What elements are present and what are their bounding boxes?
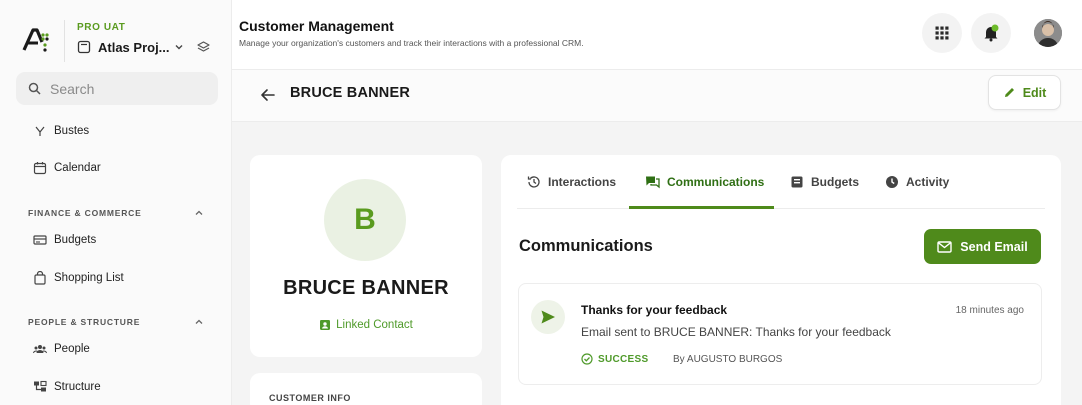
- project-icon: [77, 40, 91, 54]
- tab-label: Budgets: [811, 175, 859, 189]
- notifications-button[interactable]: [971, 13, 1011, 53]
- send-email-button[interactable]: Send Email: [924, 229, 1041, 264]
- profile-card: B BRUCE BANNER Linked Contact: [250, 155, 482, 357]
- sidebar-item-shopping-list[interactable]: Shopping List: [32, 268, 124, 288]
- people-icon: [32, 342, 47, 357]
- calendar-icon: [32, 161, 47, 176]
- contact-card-icon: [320, 320, 331, 330]
- tab-interactions[interactable]: Interactions: [527, 155, 616, 209]
- sent-icon: [531, 300, 565, 334]
- record-header: BRUCE BANNER Edit: [232, 70, 1082, 122]
- chevron-up-icon[interactable]: [194, 317, 204, 327]
- sidebar-item-label: Shopping List: [54, 272, 124, 284]
- message-timestamp: 18 minutes ago: [955, 305, 1024, 316]
- chevron-down-icon[interactable]: [174, 42, 184, 52]
- sidebar-item-budgets[interactable]: Budgets: [32, 230, 96, 250]
- structure-icon: [32, 380, 47, 395]
- brand-logo[interactable]: [22, 26, 50, 54]
- linked-contact-link[interactable]: Linked Contact: [250, 319, 482, 331]
- customer-info-card: CUSTOMER INFO: [250, 373, 482, 405]
- customer-info-title: CUSTOMER INFO: [269, 393, 351, 403]
- filter-icon: [32, 124, 47, 139]
- search-box[interactable]: [16, 72, 218, 105]
- apps-grid-icon: [935, 26, 949, 40]
- sidebar-item-label: Calendar: [54, 162, 101, 174]
- message-author: By AUGUSTO BURGOS: [673, 354, 783, 365]
- tab-activity[interactable]: Activity: [885, 155, 949, 209]
- customer-name: BRUCE BANNER: [283, 277, 449, 299]
- linked-contact-label: Linked Contact: [336, 319, 413, 331]
- sidebar-item-structure[interactable]: Structure: [32, 377, 101, 397]
- chevron-up-icon[interactable]: [194, 208, 204, 218]
- check-circle-icon: [581, 353, 593, 365]
- edit-button[interactable]: Edit: [988, 75, 1061, 110]
- mail-icon: [937, 240, 952, 253]
- top-header: Customer Management Manage your organiza…: [232, 0, 1082, 70]
- communication-item[interactable]: Thanks for your feedback 18 minutes ago …: [518, 283, 1042, 385]
- sidebar-item-calendar[interactable]: Calendar: [32, 158, 101, 178]
- sidebar: PRO UAT Atlas Proj... Bustes Calendar FI…: [0, 0, 232, 405]
- apps-grid-button[interactable]: [922, 13, 962, 53]
- history-icon: [527, 176, 540, 188]
- project-selector[interactable]: Atlas Proj...: [98, 40, 170, 55]
- shopping-bag-icon: [32, 271, 47, 286]
- brand-divider: [64, 20, 65, 62]
- pencil-icon: [1004, 88, 1014, 97]
- search-input[interactable]: [50, 78, 210, 99]
- sidebar-item-label: Budgets: [54, 234, 97, 246]
- active-tab-indicator: [629, 206, 774, 209]
- tab-budgets[interactable]: Budgets: [790, 155, 859, 209]
- message-subject: Thanks for your feedback: [581, 303, 728, 317]
- record-title: BRUCE BANNER: [290, 85, 411, 101]
- status-badge: SUCCESS: [581, 353, 648, 365]
- activity-icon: [886, 176, 898, 188]
- customer-avatar: B: [324, 179, 406, 261]
- edit-button-label: Edit: [1022, 85, 1047, 100]
- tab-label: Interactions: [548, 175, 617, 189]
- page-subtitle: Manage your organization's customers and…: [239, 38, 584, 48]
- status-label: SUCCESS: [598, 353, 649, 365]
- layers-icon[interactable]: [196, 40, 211, 55]
- back-arrow-icon[interactable]: [260, 87, 276, 103]
- communications-heading: Communications: [519, 237, 653, 255]
- section-finance-commerce[interactable]: FINANCE & COMMERCE: [28, 208, 142, 218]
- budget-icon: [32, 233, 47, 248]
- tab-label: Communications: [667, 175, 765, 189]
- message-body: Email sent to BRUCE BANNER: Thanks for y…: [581, 325, 891, 339]
- communications-panel: Interactions Communications Budgets Acti…: [501, 155, 1061, 405]
- env-label: PRO UAT: [77, 22, 126, 33]
- sidebar-item-bustes[interactable]: Bustes: [32, 121, 89, 141]
- send-email-label: Send Email: [960, 239, 1028, 254]
- sidebar-item-label: People: [54, 343, 90, 355]
- section-people-structure[interactable]: PEOPLE & STRUCTURE: [28, 317, 140, 327]
- tab-bar: Interactions Communications Budgets Acti…: [517, 155, 1045, 209]
- user-avatar[interactable]: [1034, 19, 1062, 47]
- sidebar-item-label: Bustes: [54, 125, 90, 137]
- bell-icon: [984, 24, 999, 42]
- chat-icon: [646, 176, 660, 189]
- sidebar-item-people[interactable]: People: [32, 339, 90, 359]
- page-title: Customer Management: [239, 18, 394, 34]
- search-icon: [28, 82, 41, 95]
- tab-communications[interactable]: Communications: [645, 155, 764, 209]
- sidebar-item-label: Structure: [54, 381, 101, 393]
- budget-icon: [791, 176, 803, 188]
- tab-label: Activity: [906, 175, 950, 189]
